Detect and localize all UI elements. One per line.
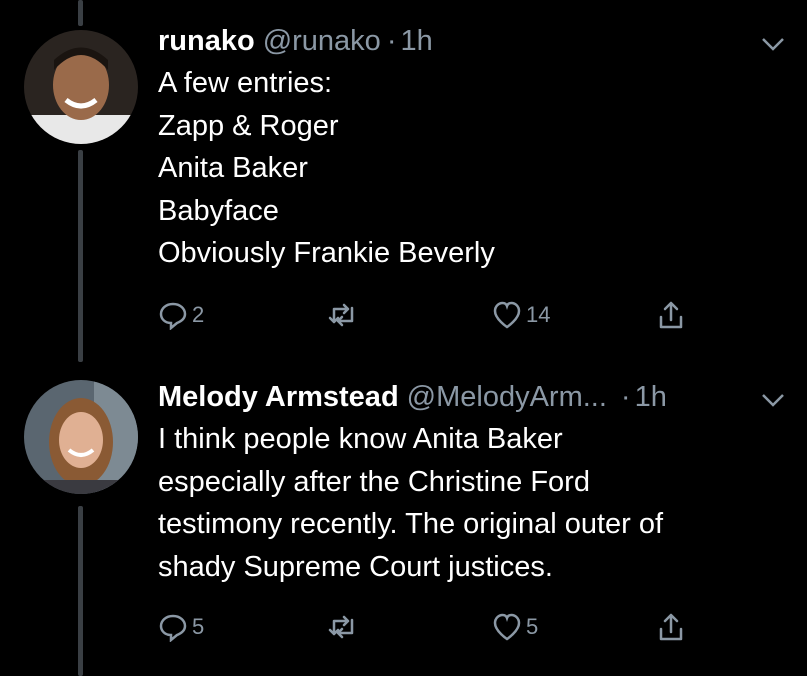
thread-line <box>78 0 83 26</box>
timestamp[interactable]: 1h <box>400 24 432 58</box>
share-button[interactable] <box>656 300 686 330</box>
reply-icon <box>158 612 188 642</box>
reply-count: 5 <box>192 614 205 639</box>
tweet-text-line: testimony recently. The original outer o… <box>158 508 664 540</box>
like-button[interactable]: 5 <box>492 612 538 642</box>
display-name[interactable]: Melody Armstead <box>158 380 399 414</box>
chevron-down-icon[interactable] <box>761 392 785 408</box>
like-icon <box>492 612 522 642</box>
separator-dot: · <box>620 381 631 413</box>
reply-button[interactable]: 5 <box>158 612 204 642</box>
tweet-text-line: Zapp & Roger <box>158 109 339 142</box>
tweet-text-line: Anita Baker <box>158 152 308 184</box>
like-count: 5 <box>526 614 539 639</box>
display-name[interactable]: runako <box>158 24 255 58</box>
user-handle[interactable]: @runako <box>263 24 381 58</box>
tweet-text-line: especially after the Christine Ford <box>158 465 590 498</box>
reply-count: 2 <box>192 302 205 327</box>
tweet-header: runako @runako · 1h <box>158 24 777 58</box>
avatar[interactable] <box>24 30 138 144</box>
tweet-text: I think people know Anita Baker especial… <box>158 418 777 588</box>
avatar[interactable] <box>24 380 138 494</box>
like-button[interactable]: 14 <box>492 300 550 330</box>
like-count: 14 <box>526 302 551 327</box>
thread-line <box>78 150 83 362</box>
separator-dot: · <box>386 25 397 57</box>
retweet-icon <box>328 300 358 330</box>
tweet-text-line: Obviously Frankie Beverly <box>158 237 495 269</box>
tweet-text: A few entries: Zapp & Roger Anita Baker … <box>158 62 777 275</box>
tweet-melody-armstead[interactable]: Melody Armstead @MelodyArm... · 1h I thi… <box>0 360 807 676</box>
tweet-text-line: I think people know Anita Baker <box>158 423 563 455</box>
share-button[interactable] <box>656 612 686 642</box>
tweet-text-line: shady Supreme Court justices. <box>158 550 553 583</box>
retweet-icon <box>328 612 358 642</box>
retweet-button[interactable] <box>328 612 362 642</box>
tweet-runako[interactable]: runako @runako · 1h A few entries: Zapp … <box>0 0 807 362</box>
chevron-down-icon[interactable] <box>761 36 785 52</box>
timestamp[interactable]: 1h <box>635 380 667 414</box>
thread-line <box>78 506 83 676</box>
tweet-text-line: Babyface <box>158 194 279 227</box>
reply-button[interactable]: 2 <box>158 300 204 330</box>
retweet-button[interactable] <box>328 300 362 330</box>
share-icon <box>656 612 686 642</box>
user-handle[interactable]: @MelodyArm... <box>407 380 607 414</box>
like-icon <box>492 300 522 330</box>
tweet-header: Melody Armstead @MelodyArm... · 1h <box>158 380 777 414</box>
tweet-text-line: A few entries: <box>158 67 333 99</box>
reply-icon <box>158 300 188 330</box>
share-icon <box>656 300 686 330</box>
